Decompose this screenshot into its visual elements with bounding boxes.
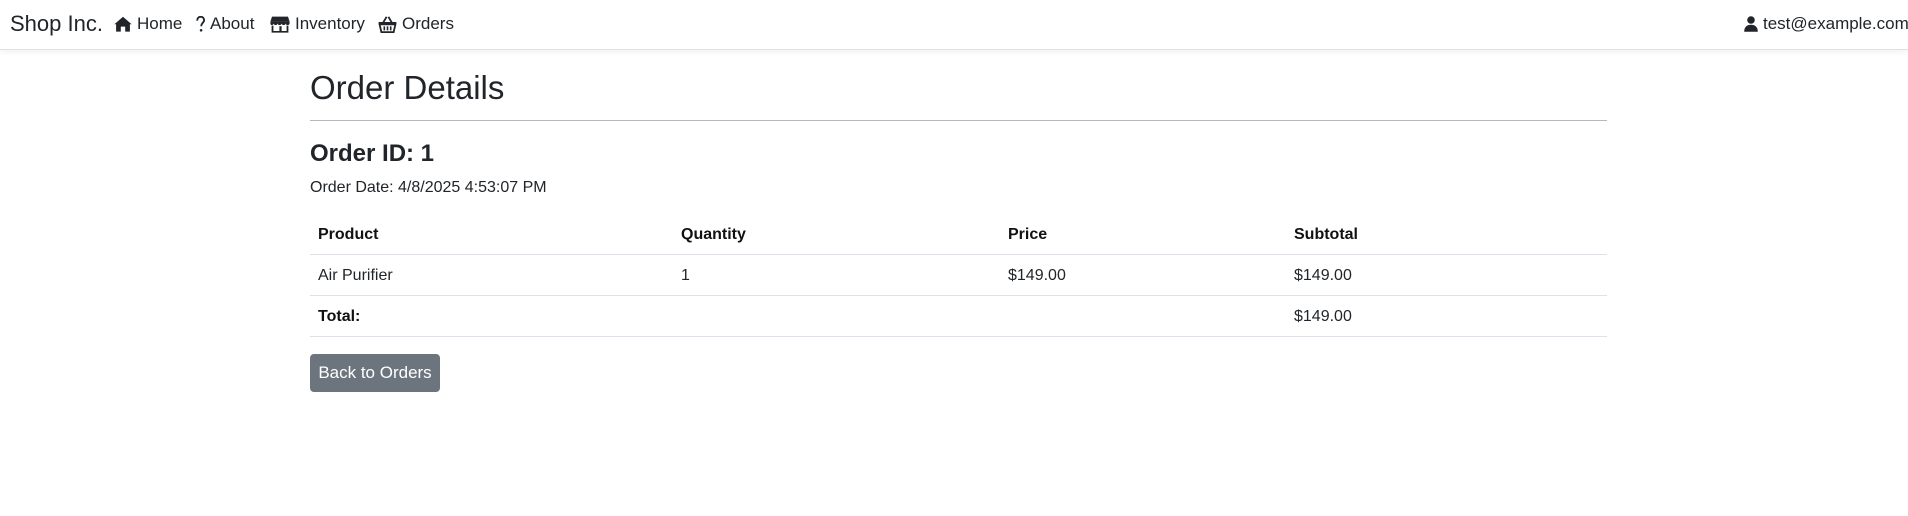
nav-orders[interactable]: Orders — [378, 13, 454, 35]
nav-user-account[interactable]: test@example.com — [1744, 13, 1908, 35]
table-total-row: Total: $149.00 — [310, 296, 1607, 337]
order-items-table: Product Quantity Price Subtotal Air Puri… — [310, 214, 1607, 337]
question-icon — [196, 15, 205, 32]
cell-price: $149.00 — [1008, 267, 1066, 284]
col-header-product: Product — [318, 226, 379, 243]
cell-quantity: 1 — [681, 267, 690, 284]
cell-subtotal: $149.00 — [1294, 267, 1352, 284]
col-header-price: Price — [1008, 226, 1048, 243]
order-id-heading: Order ID: 1 — [310, 140, 435, 167]
total-value: $149.00 — [1294, 308, 1352, 325]
table-header-row: Product Quantity Price Subtotal — [310, 214, 1607, 255]
nav-orders-label: Orders — [402, 14, 454, 33]
basket-icon — [378, 15, 397, 33]
nav-user-label: test@example.com — [1763, 14, 1908, 33]
brand-link[interactable]: Shop Inc. — [10, 11, 103, 37]
nav-home[interactable]: Home — [114, 13, 182, 35]
nav-inventory[interactable]: Inventory — [270, 13, 365, 35]
nav-about[interactable]: About — [196, 13, 254, 35]
total-label: Total: — [318, 308, 361, 325]
order-date: Order Date: 4/8/2025 4:53:07 PM — [310, 179, 547, 196]
col-header-subtotal: Subtotal — [1294, 226, 1358, 243]
shop-icon — [270, 16, 290, 33]
nav-home-label: Home — [137, 14, 183, 33]
col-header-quantity: Quantity — [681, 226, 746, 243]
nav-about-label: About — [210, 14, 255, 33]
back-to-orders-button[interactable]: Back to Orders — [310, 354, 440, 392]
page-title: Order Details — [310, 69, 505, 106]
title-divider — [310, 120, 1607, 121]
home-icon — [114, 16, 132, 32]
table-row: Air Purifier 1 $149.00 $149.00 — [310, 255, 1607, 296]
nav-inventory-label: Inventory — [295, 14, 365, 33]
cell-product: Air Purifier — [318, 267, 393, 284]
top-navbar: Shop Inc. Home About Inventory Orders te… — [0, 0, 1908, 50]
person-icon — [1744, 16, 1758, 32]
